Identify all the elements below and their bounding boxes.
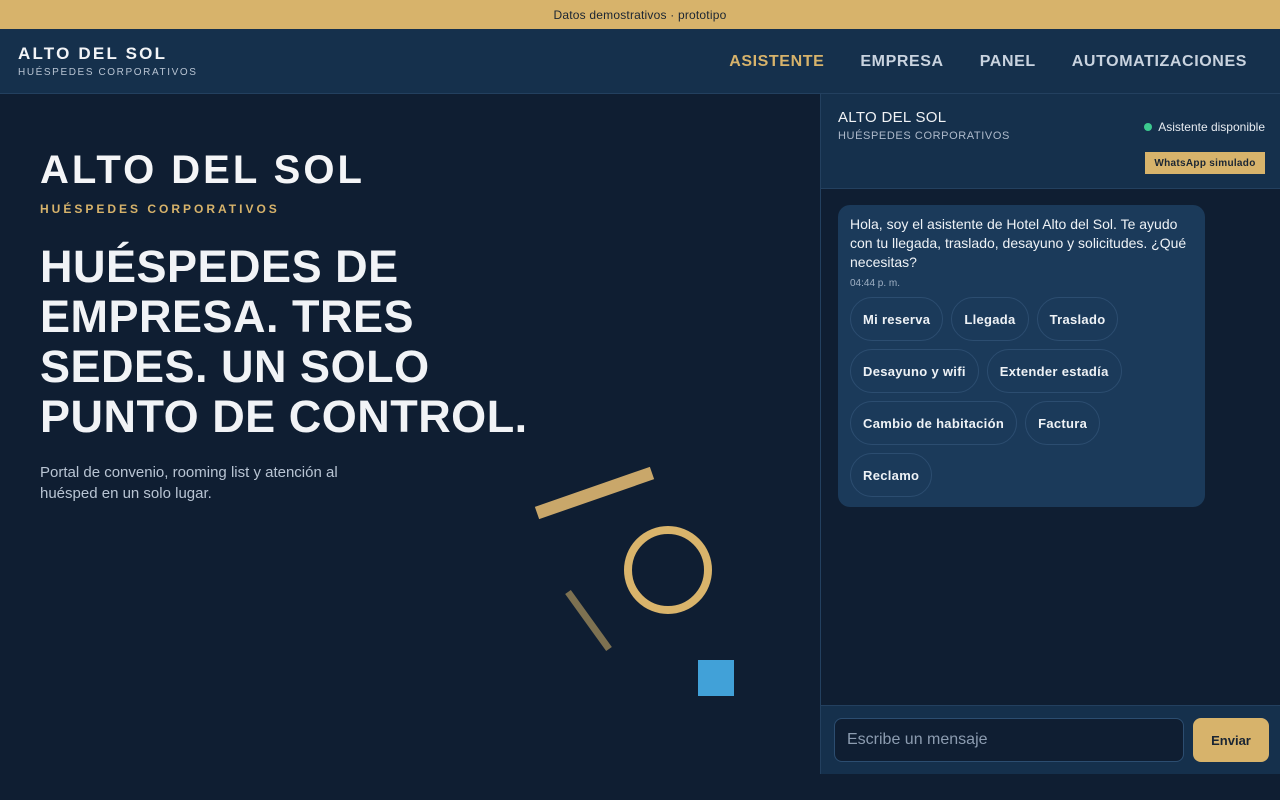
- nav-item-empresa[interactable]: EMPRESA: [860, 53, 943, 71]
- deco-square: [698, 660, 734, 696]
- chat-panel: ALTO DEL SOL HUÉSPEDES CORPORATIVOS Asis…: [820, 94, 1280, 774]
- chat-header: ALTO DEL SOL HUÉSPEDES CORPORATIVOS Asis…: [821, 94, 1280, 189]
- quick-reply-traslado[interactable]: Traslado: [1036, 297, 1119, 341]
- quick-reply-extender-estadia[interactable]: Extender estadía: [986, 349, 1122, 393]
- nav-item-panel[interactable]: PANEL: [980, 53, 1036, 71]
- quick-reply-desayuno-wifi[interactable]: Desayuno y wifi: [850, 349, 979, 393]
- quick-reply-reclamo[interactable]: Reclamo: [850, 453, 933, 497]
- hero-section: ALTO DEL SOL HUÉSPEDES CORPORATIVOS HUÉS…: [40, 150, 560, 504]
- assistant-status-label: Asistente disponible: [1158, 120, 1265, 134]
- header-brand-name: ALTO DEL SOL: [18, 44, 168, 63]
- site-header: ALTO DEL SOL HUÉSPEDES CORPORATIVOS ASIS…: [0, 29, 1280, 94]
- assistant-message: Hola, soy el asistente de Hotel Alto del…: [838, 205, 1205, 507]
- hero-description: Portal de convenio, rooming list y atenc…: [40, 464, 338, 502]
- assistant-message-text: Hola, soy el asistente de Hotel Alto del…: [850, 216, 1187, 270]
- hero-title: HUÉSPEDES DE EMPRESA. TRES SEDES. UN SOL…: [40, 241, 528, 442]
- demo-banner-text: Datos demostrativos · prototipo: [553, 7, 727, 22]
- hero-brand-subtitle: HUÉSPEDES CORPORATIVOS: [40, 202, 280, 216]
- message-input[interactable]: [834, 718, 1184, 762]
- header-brand-subtitle: HUÉSPEDES CORPORATIVOS: [18, 67, 198, 78]
- quick-reply-llegada[interactable]: Llegada: [951, 297, 1029, 341]
- main-nav: ASISTENTE EMPRESA PANEL AUTOMATIZACIONES: [729, 29, 1247, 94]
- header-brand[interactable]: ALTO DEL SOL HUÉSPEDES CORPORATIVOS: [18, 44, 198, 78]
- chat-title: ALTO DEL SOL: [838, 109, 947, 126]
- deco-bar-short: [565, 589, 612, 652]
- chat-subtitle: HUÉSPEDES CORPORATIVOS: [838, 130, 1010, 142]
- send-button[interactable]: Enviar: [1193, 718, 1269, 762]
- nav-item-asistente[interactable]: ASISTENTE: [729, 53, 824, 71]
- quick-reply-factura[interactable]: Factura: [1025, 401, 1101, 445]
- quick-reply-mi-reserva[interactable]: Mi reserva: [850, 297, 944, 341]
- deco-ring: [624, 526, 712, 614]
- demo-banner: Datos demostrativos · prototipo: [0, 0, 1280, 29]
- quick-replies: Mi reserva Llegada Traslado Desayuno y w…: [850, 297, 1190, 497]
- status-dot-icon: [1144, 123, 1153, 131]
- whatsapp-badge: WhatsApp simulado: [1145, 152, 1265, 174]
- message-timestamp: 04:44 p. m.: [850, 278, 901, 289]
- quick-reply-cambio-habitacion[interactable]: Cambio de habitación: [850, 401, 1018, 445]
- message-composer: Enviar: [821, 705, 1280, 774]
- assistant-status: Asistente disponible: [1144, 120, 1265, 134]
- nav-item-automatizaciones[interactable]: AUTOMATIZACIONES: [1072, 53, 1247, 71]
- hero-brand-name: ALTO DEL SOL: [40, 148, 365, 192]
